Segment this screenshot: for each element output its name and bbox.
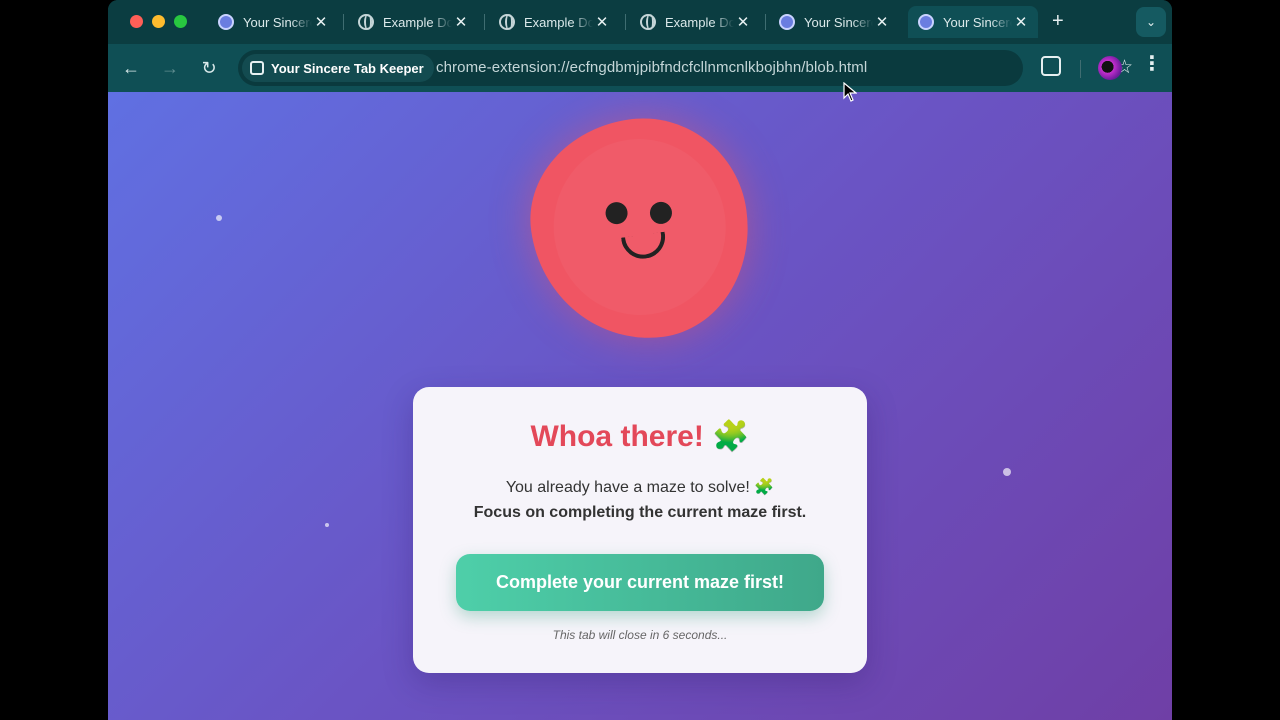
tab-title: Example Domain: [665, 14, 734, 30]
close-icon[interactable]: ✕: [1012, 13, 1030, 31]
mouse-cursor-icon: [843, 81, 858, 107]
tab-4[interactable]: Example Domain ✕: [630, 6, 760, 38]
tab-strip: Your Sincere Tab Keeper ✕ Example Domain…: [108, 0, 1172, 44]
tab-5[interactable]: Your Sincere Tab Keeper ✕: [769, 6, 899, 38]
tab-separator: [343, 14, 344, 30]
card-title: Whoa there! 🧩: [413, 419, 867, 454]
back-button[interactable]: ←: [119, 56, 143, 80]
extension-icon: [218, 14, 234, 30]
tab-title: Example Domain: [383, 14, 452, 30]
close-icon[interactable]: ✕: [312, 13, 330, 31]
tab-separator: [625, 14, 626, 30]
reload-button[interactable]: ↻: [197, 56, 221, 80]
tab-separator: [484, 14, 485, 30]
toolbar-separator: [1080, 60, 1081, 78]
extension-icon: [918, 14, 934, 30]
card-message: You already have a maze to solve! 🧩: [505, 479, 775, 496]
tab-1[interactable]: Your Sincere Tab Keeper ✕: [208, 6, 338, 38]
new-tab-button[interactable]: +: [1052, 10, 1064, 33]
card-message-bold: Focus on completing the current maze fir…: [473, 504, 807, 521]
browser-window: Your Sincere Tab Keeper ✕ Example Domain…: [108, 0, 1172, 720]
more-menu-icon[interactable]: ⋮: [1142, 54, 1162, 74]
site-chip-label: Your Sincere Tab Keeper: [271, 60, 424, 76]
close-icon[interactable]: ✕: [593, 13, 611, 31]
blob-highlight: [542, 127, 738, 327]
tab-title: Example Domain: [524, 14, 593, 30]
toolbar: ← → ↻ Your Sincere Tab Keeper chrome-ext…: [108, 44, 1172, 92]
sparkle-dot: [1003, 468, 1011, 476]
url-text[interactable]: chrome-extension://ecfngdbmjpibfndcfclln…: [436, 59, 867, 76]
tab-title: Your Sincere Tab Keeper: [243, 14, 312, 30]
countdown-note: This tab will close in 6 seconds...: [552, 628, 728, 642]
close-window-button[interactable]: [130, 15, 143, 28]
extension-puzzle-icon: [250, 61, 264, 75]
sparkle-dot: [216, 215, 222, 221]
maximize-window-button[interactable]: [174, 15, 187, 28]
tab-2[interactable]: Example Domain ✕: [348, 6, 478, 38]
globe-icon: [358, 14, 374, 30]
close-icon[interactable]: ✕: [734, 13, 752, 31]
page-content: Whoa there! 🧩 You already have a maze to…: [108, 92, 1172, 720]
puzzle-piece-icon: 🧩: [712, 420, 750, 453]
blob-mascot: [517, 105, 763, 353]
close-icon[interactable]: ✕: [873, 13, 891, 31]
site-info-chip[interactable]: Your Sincere Tab Keeper: [242, 54, 434, 82]
globe-icon: [640, 14, 656, 30]
tab-search-button[interactable]: ⌄: [1136, 7, 1166, 37]
card-title-text: Whoa there!: [530, 420, 704, 453]
profile-avatar[interactable]: [1098, 56, 1122, 80]
tab-separator: [765, 14, 766, 30]
tab-title: Your Sincere Tab Keeper: [804, 14, 873, 30]
sparkle-dot: [325, 523, 329, 527]
complete-maze-button[interactable]: Complete your current maze first!: [456, 554, 824, 611]
close-icon[interactable]: ✕: [452, 13, 470, 31]
extension-icon: [779, 14, 795, 30]
address-bar[interactable]: Your Sincere Tab Keeper chrome-extension…: [238, 50, 1133, 86]
minimize-window-button[interactable]: [152, 15, 165, 28]
tab-6-active[interactable]: Your Sincere Tab Keeper ✕: [908, 6, 1038, 38]
warning-card: Whoa there! 🧩 You already have a maze to…: [413, 387, 867, 673]
extensions-puzzle-icon[interactable]: [1041, 56, 1061, 76]
forward-button[interactable]: →: [158, 56, 182, 80]
tab-3[interactable]: Example Domain ✕: [489, 6, 619, 38]
tab-title: Your Sincere Tab Keeper: [943, 14, 1012, 30]
globe-icon: [499, 14, 515, 30]
